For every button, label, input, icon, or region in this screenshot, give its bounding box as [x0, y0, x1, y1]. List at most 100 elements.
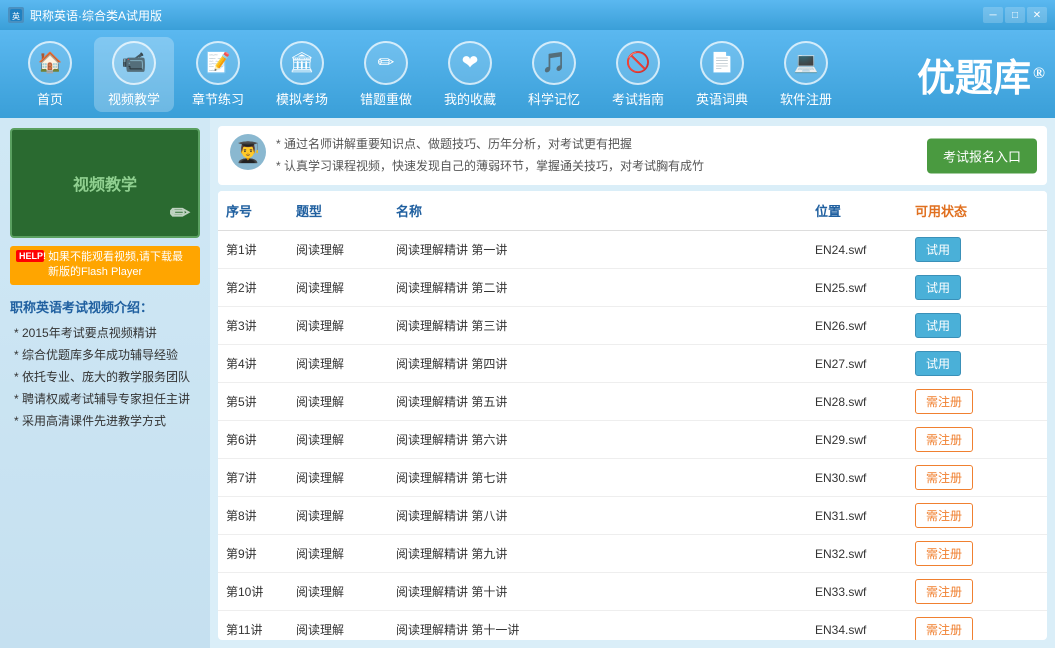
cell-location: EN32.swf: [807, 541, 907, 567]
nav-item-dict[interactable]: 📄 英语词典: [682, 37, 762, 112]
exam-register-button[interactable]: 考试报名入口: [927, 138, 1037, 173]
window-controls: ─ □ ✕: [983, 7, 1047, 23]
cell-type: 阅读理解: [288, 273, 388, 302]
intro-item-0: * 2015年考试要点视频精讲: [10, 324, 200, 341]
cell-type: 阅读理解: [288, 539, 388, 568]
status-button[interactable]: 需注册: [915, 541, 973, 566]
app-title: 职称英语·综合类A试用版: [30, 7, 977, 24]
table-header: 序号 题型 名称 位置 可用状态: [218, 191, 1047, 231]
nav-item-video[interactable]: 📹 视频教学: [94, 37, 174, 112]
cell-index: 第2讲: [218, 273, 288, 302]
collect-icon: ❤: [448, 41, 492, 85]
video-table: 序号 题型 名称 位置 可用状态 第1讲 阅读理解 阅读理解精讲 第一讲 EN2…: [218, 191, 1047, 640]
col-name: 名称: [388, 197, 807, 224]
cell-action: [997, 282, 1047, 294]
status-button[interactable]: 需注册: [915, 503, 973, 528]
cell-index: 第1讲: [218, 235, 288, 264]
info-text: * 通过名师讲解重要知识点、做题技巧、历年分析，对考试更有把握* 认真学习课程视…: [276, 134, 1035, 177]
status-button[interactable]: 试用: [915, 351, 961, 376]
nav-item-memory[interactable]: 🎵 科学记忆: [514, 37, 594, 112]
cell-index: 第10讲: [218, 577, 288, 606]
cell-type: 阅读理解: [288, 311, 388, 340]
col-index: 序号: [218, 197, 288, 224]
cell-action: [997, 358, 1047, 370]
nav-item-guide[interactable]: 🚫 考试指南: [598, 37, 678, 112]
nav-label-chapter: 章节练习: [192, 89, 244, 108]
cell-status: 需注册: [907, 535, 997, 572]
intro-item-4: * 采用高清课件先进教学方式: [10, 412, 200, 429]
cell-status: 试用: [907, 231, 997, 268]
col-status: 可用状态: [907, 197, 997, 224]
table-row[interactable]: 第5讲 阅读理解 阅读理解精讲 第五讲 EN28.swf 需注册: [218, 383, 1047, 421]
cell-type: 阅读理解: [288, 615, 388, 640]
col-location: 位置: [807, 197, 907, 224]
cell-index: 第7讲: [218, 463, 288, 492]
nav-item-home[interactable]: 🏠 首页: [10, 37, 90, 112]
nav-label-guide: 考试指南: [612, 89, 664, 108]
logo: 优题库®: [917, 47, 1045, 102]
status-button[interactable]: 试用: [915, 237, 961, 262]
svg-text:英: 英: [12, 11, 20, 21]
maximize-button[interactable]: □: [1005, 7, 1025, 23]
cell-location: EN31.swf: [807, 503, 907, 529]
nav-item-register[interactable]: 💻 软件注册: [766, 37, 846, 112]
table-row[interactable]: 第4讲 阅读理解 阅读理解精讲 第四讲 EN27.swf 试用: [218, 345, 1047, 383]
cell-action: [997, 320, 1047, 332]
table-row[interactable]: 第9讲 阅读理解 阅读理解精讲 第九讲 EN32.swf 需注册: [218, 535, 1047, 573]
cell-action: [997, 244, 1047, 256]
mock-icon: 🏛: [280, 41, 324, 85]
guide-icon: 🚫: [616, 41, 660, 85]
intro-item-1: * 综合优题库多年成功辅导经验: [10, 346, 200, 363]
status-button[interactable]: 需注册: [915, 389, 973, 414]
status-button[interactable]: 需注册: [915, 427, 973, 452]
nav-item-mock[interactable]: 🏛 模拟考场: [262, 37, 342, 112]
table-row[interactable]: 第10讲 阅读理解 阅读理解精讲 第十讲 EN33.swf 需注册: [218, 573, 1047, 611]
status-button[interactable]: 需注册: [915, 465, 973, 490]
cell-name: 阅读理解精讲 第七讲: [388, 463, 807, 492]
title-bar: 英 职称英语·综合类A试用版 ─ □ ✕: [0, 0, 1055, 30]
nav-label-register: 软件注册: [780, 89, 832, 108]
cell-index: 第8讲: [218, 501, 288, 530]
cell-type: 阅读理解: [288, 501, 388, 530]
nav-item-chapter[interactable]: 📝 章节练习: [178, 37, 258, 112]
cell-location: EN26.swf: [807, 313, 907, 339]
video-icon: 📹: [112, 41, 156, 85]
minimize-button[interactable]: ─: [983, 7, 1003, 23]
col-action: [997, 197, 1047, 224]
cell-status: 需注册: [907, 459, 997, 496]
table-row[interactable]: 第2讲 阅读理解 阅读理解精讲 第二讲 EN25.swf 试用: [218, 269, 1047, 307]
cell-action: [997, 434, 1047, 446]
intro-list: * 2015年考试要点视频精讲* 综合优题库多年成功辅导经验* 依托专业、庞大的…: [10, 324, 200, 429]
close-button[interactable]: ✕: [1027, 7, 1047, 23]
table-row[interactable]: 第6讲 阅读理解 阅读理解精讲 第六讲 EN29.swf 需注册: [218, 421, 1047, 459]
table-row[interactable]: 第7讲 阅读理解 阅读理解精讲 第七讲 EN30.swf 需注册: [218, 459, 1047, 497]
nav-item-collect[interactable]: ❤ 我的收藏: [430, 37, 510, 112]
cell-location: EN25.swf: [807, 275, 907, 301]
intro-item-3: * 聘请权威考试辅导专家担任主讲: [10, 390, 200, 407]
wrong-icon: ✏: [364, 41, 408, 85]
cell-status: 试用: [907, 345, 997, 382]
table-body[interactable]: 第1讲 阅读理解 阅读理解精讲 第一讲 EN24.swf 试用 第2讲 阅读理解…: [218, 231, 1047, 640]
status-button[interactable]: 试用: [915, 275, 961, 300]
flash-warning: HELP! 如果不能观看视频,请下载最新版的Flash Player: [10, 246, 200, 285]
table-row[interactable]: 第3讲 阅读理解 阅读理解精讲 第三讲 EN26.swf 试用: [218, 307, 1047, 345]
status-button[interactable]: 需注册: [915, 579, 973, 604]
cell-type: 阅读理解: [288, 577, 388, 606]
video-thumb-label: 视频教学: [73, 171, 137, 195]
nav-item-wrong[interactable]: ✏ 错题重做: [346, 37, 426, 112]
status-button[interactable]: 试用: [915, 313, 961, 338]
col-type: 题型: [288, 197, 388, 224]
cell-location: EN34.swf: [807, 617, 907, 640]
dict-icon: 📄: [700, 41, 744, 85]
info-line-1: * 认真学习课程视频，快速发现自己的薄弱环节，掌握通关技巧，对考试胸有成竹: [276, 156, 1035, 178]
table-row[interactable]: 第8讲 阅读理解 阅读理解精讲 第八讲 EN31.swf 需注册: [218, 497, 1047, 535]
logo-reg: ®: [1033, 65, 1045, 83]
cell-name: 阅读理解精讲 第八讲: [388, 501, 807, 530]
cell-name: 阅读理解精讲 第十一讲: [388, 615, 807, 640]
table-row[interactable]: 第1讲 阅读理解 阅读理解精讲 第一讲 EN24.swf 试用: [218, 231, 1047, 269]
table-row[interactable]: 第11讲 阅读理解 阅读理解精讲 第十一讲 EN34.swf 需注册: [218, 611, 1047, 640]
status-button[interactable]: 需注册: [915, 617, 973, 640]
nav-label-wrong: 错题重做: [360, 89, 412, 108]
cell-action: [997, 396, 1047, 408]
cell-location: EN28.swf: [807, 389, 907, 415]
